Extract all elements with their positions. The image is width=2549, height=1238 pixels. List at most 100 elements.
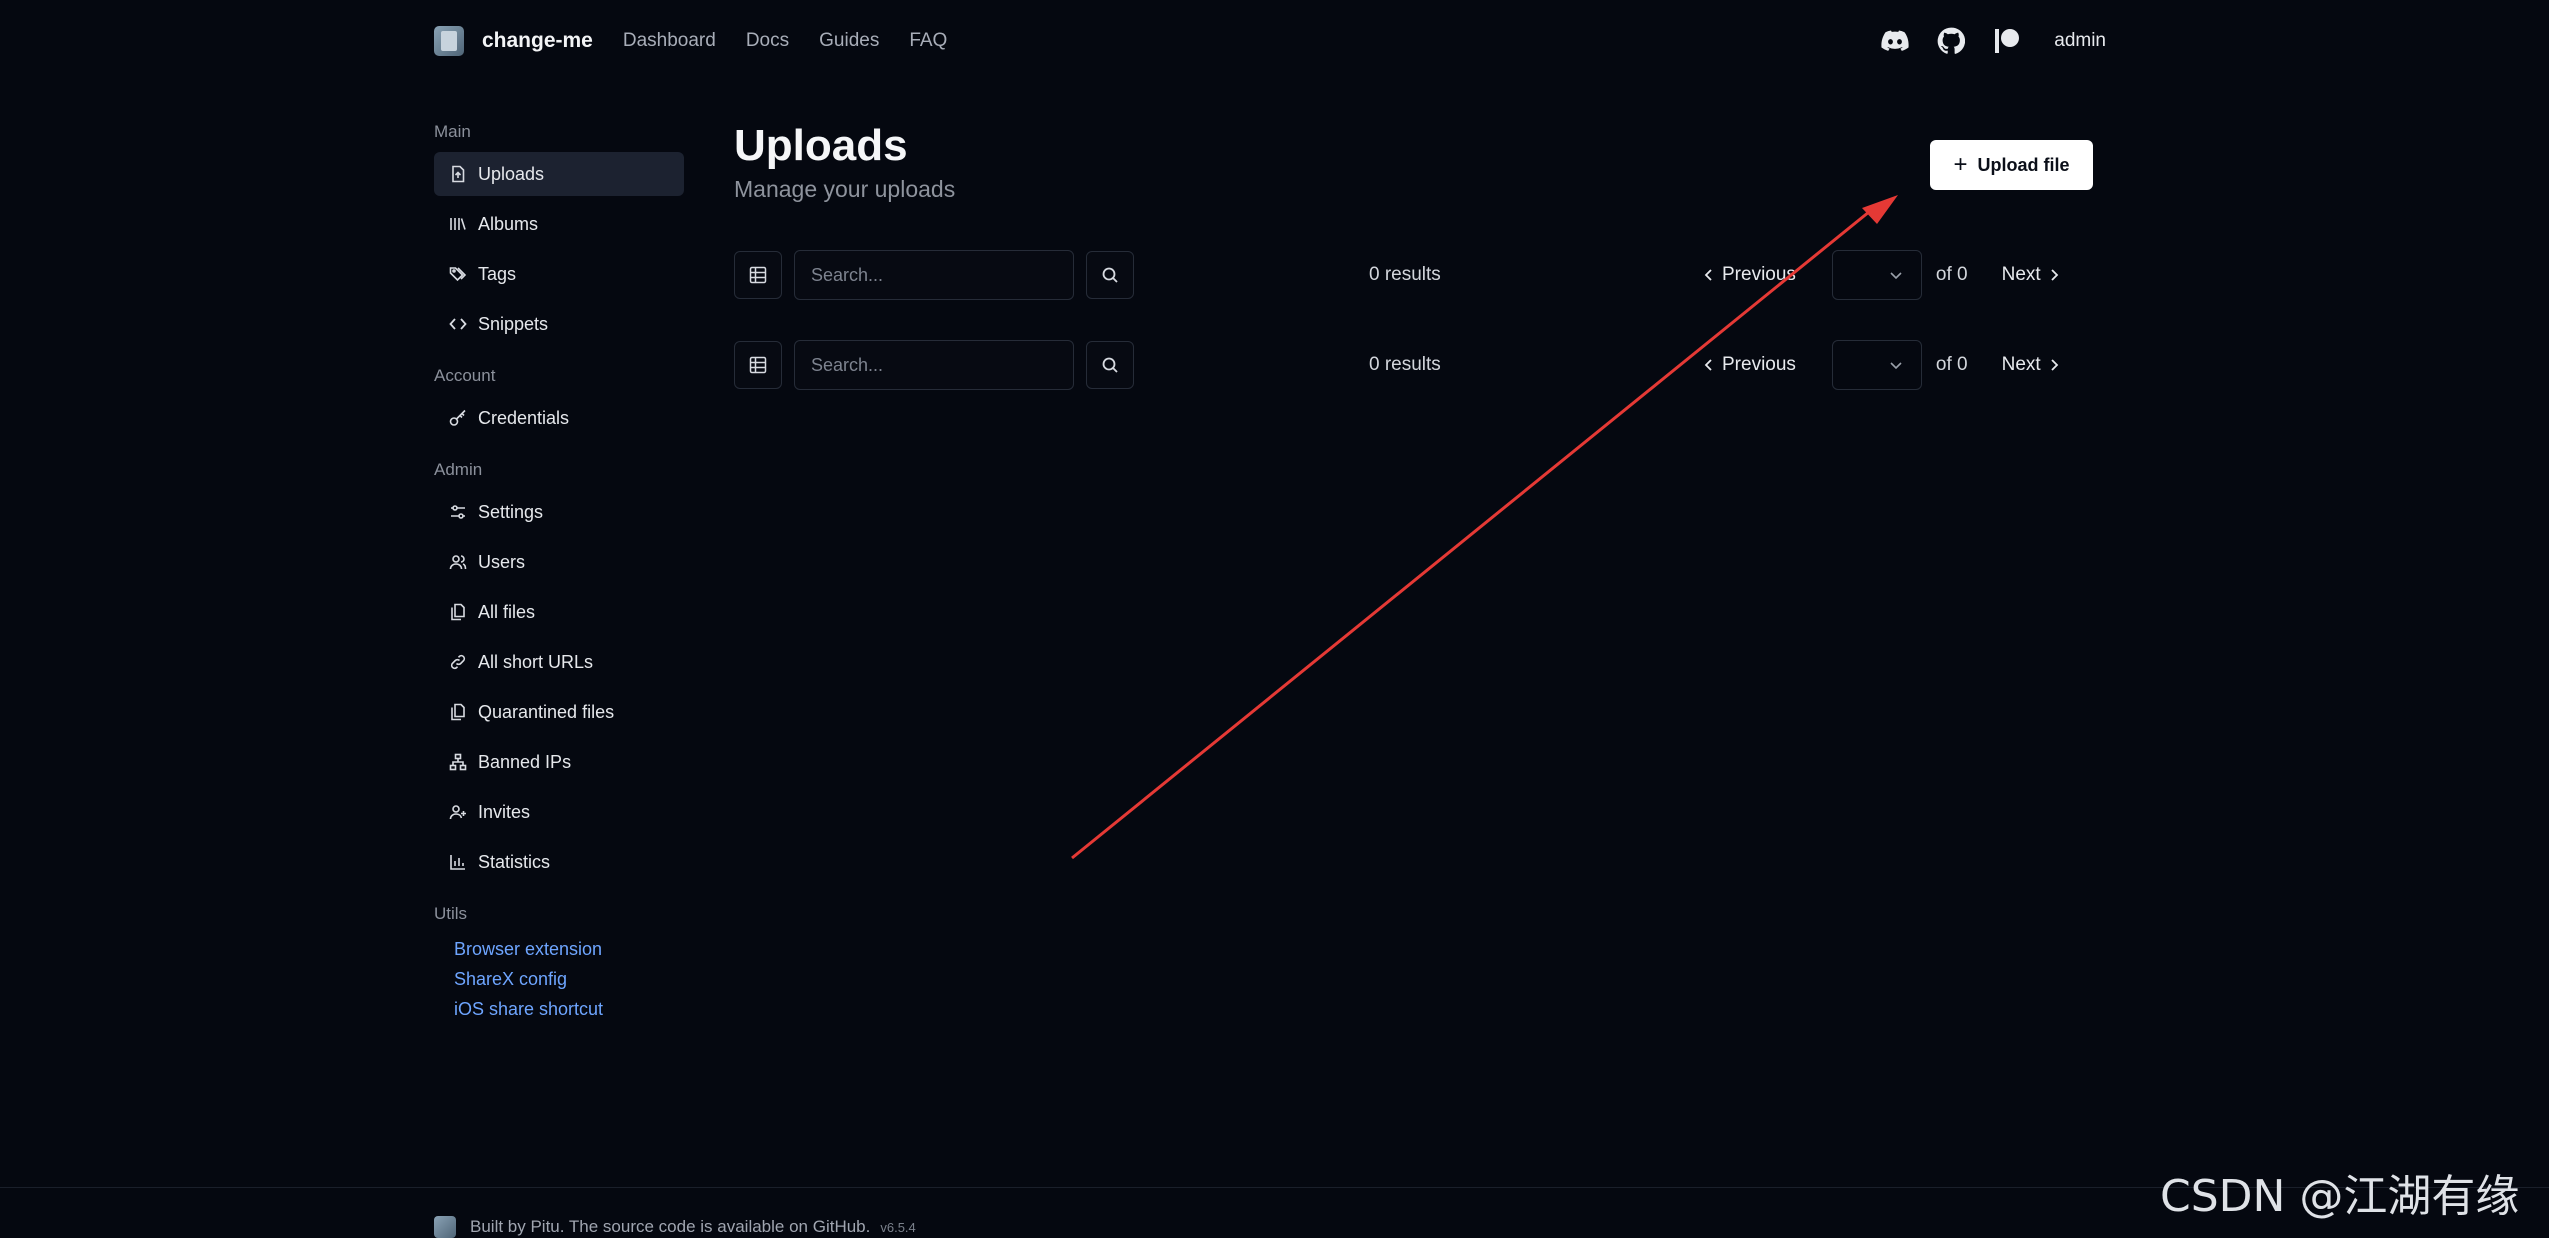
main-content: Uploads Manage your uploads + Upload fil… [734, 118, 2094, 390]
page-title: Uploads [734, 121, 908, 170]
results-count: 0 results [1369, 354, 1441, 375]
link-icon [448, 652, 468, 672]
sidebar: Main Uploads Albums Tags Snippets Accoun… [434, 118, 684, 1024]
nav-dashboard[interactable]: Dashboard [623, 30, 716, 52]
previous-page-button[interactable]: Previous [1704, 264, 1796, 286]
pagination: Previous of 0 Next [1704, 340, 2059, 390]
results-count: 0 results [1369, 264, 1441, 285]
search-icon[interactable] [1086, 251, 1134, 299]
table-toolbar-bottom: 0 results Previous of 0 Next [734, 340, 2094, 390]
version-label: v6.5.4 [880, 1219, 916, 1235]
chevron-down-icon [1890, 362, 1902, 370]
sidebar-item-albums[interactable]: Albums [434, 202, 684, 246]
nav-right: admin [1880, 26, 2106, 56]
util-link-sharex-config[interactable]: ShareX config [434, 964, 684, 994]
search-field[interactable] [794, 250, 1074, 300]
pagination: Previous of 0 Next [1704, 250, 2059, 300]
user-plus-icon [448, 802, 468, 822]
code-icon [448, 314, 468, 334]
table-toolbar: 0 results Previous of 0 Next [734, 250, 2094, 300]
sidebar-item-label: Banned IPs [478, 751, 572, 772]
sidebar-item-label: All short URLs [478, 651, 594, 672]
file-upload-icon [448, 164, 468, 184]
github-icon[interactable] [1936, 26, 1966, 56]
key-icon [448, 408, 468, 428]
sidebar-item-statistics[interactable]: Statistics [434, 840, 684, 884]
footer: Built by Pitu. The source code is availa… [434, 1216, 916, 1238]
search-icon[interactable] [1086, 341, 1134, 389]
next-label: Next [2001, 354, 2041, 375]
sidebar-item-label: Statistics [478, 851, 551, 872]
watermark: CSDN @江湖有缘 [2160, 1171, 2520, 1222]
files-icon [448, 702, 468, 722]
page-subtitle: Manage your uploads [734, 176, 956, 202]
footer-text: Built by Pitu. The source code is availa… [470, 1217, 871, 1236]
table-view-icon[interactable] [734, 251, 782, 299]
sidebar-item-label: Albums [478, 213, 539, 234]
next-page-button[interactable]: Next [2002, 354, 2059, 376]
users-icon [448, 552, 468, 572]
sidebar-item-settings[interactable]: Settings [434, 490, 684, 534]
page-select[interactable] [1831, 250, 1922, 300]
page-total: of 0 [1935, 354, 1968, 375]
sidebar-item-credentials[interactable]: Credentials [434, 396, 684, 440]
util-link-browser-extension[interactable]: Browser extension [434, 934, 684, 964]
next-page-button[interactable]: Next [2002, 264, 2059, 286]
page-select[interactable] [1831, 340, 1922, 390]
sliders-icon [448, 502, 468, 522]
sidebar-item-label: Invites [478, 801, 531, 822]
sidebar-section-account: Account [434, 366, 496, 385]
tags-icon [448, 264, 468, 284]
library-icon [448, 214, 468, 234]
sidebar-section-main: Main [434, 122, 471, 141]
sidebar-item-invites[interactable]: Invites [434, 790, 684, 834]
sidebar-item-label: Uploads [478, 163, 545, 184]
brand-logo[interactable] [434, 26, 464, 56]
sidebar-item-users[interactable]: Users [434, 540, 684, 584]
table-view-icon[interactable] [734, 341, 782, 389]
upload-file-label: Upload file [1977, 154, 2070, 175]
brand-name[interactable]: change-me [482, 29, 593, 53]
sidebar-item-label: Tags [478, 263, 517, 284]
search-field[interactable] [794, 340, 1074, 390]
chevron-right-icon [2051, 359, 2058, 371]
search-input[interactable] [809, 263, 1059, 287]
footer-logo [434, 1216, 456, 1238]
sidebar-item-label: Settings [478, 501, 544, 522]
previous-page-button[interactable]: Previous [1704, 354, 1796, 376]
sidebar-item-label: All files [478, 601, 536, 622]
sidebar-item-uploads[interactable]: Uploads [434, 152, 684, 196]
plus-icon: + [1953, 151, 1968, 178]
upload-file-button[interactable]: + Upload file [1930, 140, 2093, 190]
sidebar-item-label: Snippets [478, 313, 549, 334]
chevron-left-icon [1704, 269, 1712, 281]
sidebar-item-all-files[interactable]: All files [434, 590, 684, 634]
next-label: Next [2001, 264, 2041, 285]
sidebar-item-quarantined-files[interactable]: Quarantined files [434, 690, 684, 734]
chevron-right-icon [2051, 269, 2058, 281]
nav-faq[interactable]: FAQ [909, 30, 947, 52]
top-navbar: change-me Dashboard Docs Guides FAQ admi… [434, 18, 2106, 64]
sidebar-item-all-short-urls[interactable]: All short URLs [434, 640, 684, 684]
previous-label: Previous [1722, 264, 1796, 285]
sidebar-item-label: Quarantined files [478, 701, 615, 722]
sidebar-item-tags[interactable]: Tags [434, 252, 684, 296]
chart-icon [448, 852, 468, 872]
sidebar-item-snippets[interactable]: Snippets [434, 302, 684, 346]
nav-docs[interactable]: Docs [746, 30, 789, 52]
sidebar-item-banned-ips[interactable]: Banned IPs [434, 740, 684, 784]
nav-guides[interactable]: Guides [819, 30, 879, 52]
chevron-down-icon [1890, 272, 1902, 280]
files-icon [448, 602, 468, 622]
chevron-left-icon [1704, 359, 1712, 371]
search-input[interactable] [809, 353, 1059, 377]
network-icon [448, 752, 468, 772]
sidebar-section-utils: Utils [434, 904, 468, 923]
util-link-ios-share-shortcut[interactable]: iOS share shortcut [434, 994, 684, 1024]
discord-icon[interactable] [1880, 26, 1910, 56]
patreon-icon[interactable] [1992, 26, 2022, 56]
user-menu[interactable]: admin [2054, 30, 2106, 52]
sidebar-item-label: Users [478, 551, 526, 572]
previous-label: Previous [1722, 354, 1796, 375]
sidebar-item-label: Credentials [478, 407, 570, 428]
